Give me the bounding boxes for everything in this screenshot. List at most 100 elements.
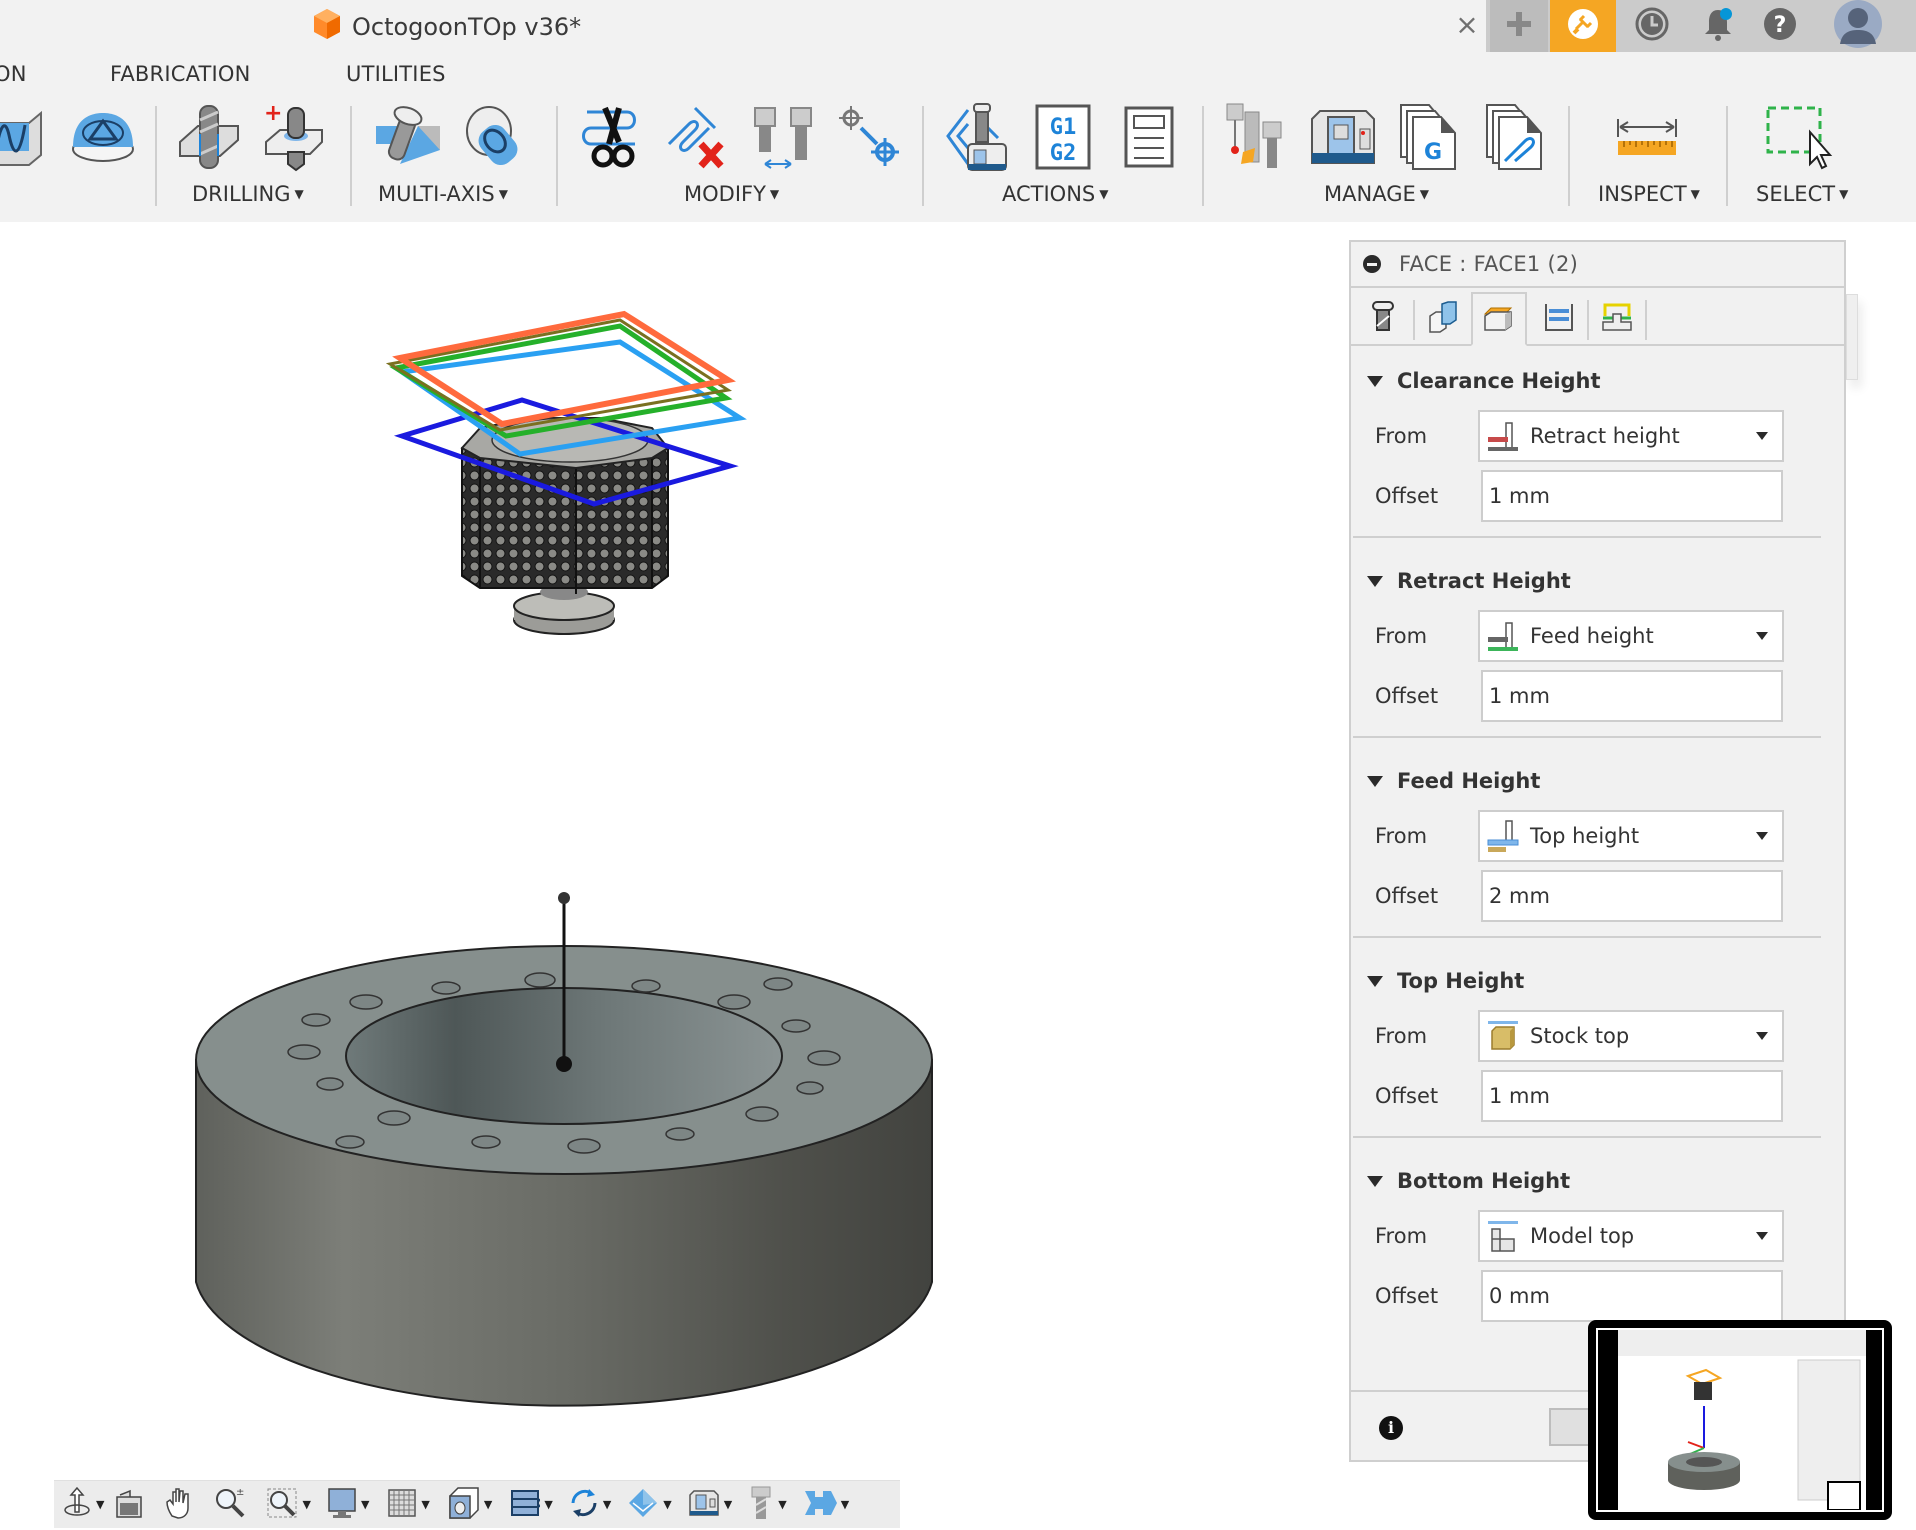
- triangle-down-icon: [1367, 575, 1383, 587]
- multiaxis-contour-button[interactable]: [462, 104, 528, 174]
- tool-swap-button[interactable]: [750, 104, 816, 174]
- swarf-button[interactable]: [376, 104, 442, 174]
- from-label: From: [1375, 624, 1428, 648]
- stock-display-icon: [627, 1487, 659, 1523]
- feed-offset-input[interactable]: 2 mm: [1481, 870, 1783, 922]
- dropdown-arrow-icon: [1756, 1232, 1768, 1240]
- feed-height-header[interactable]: Feed Height: [1367, 766, 1540, 796]
- recording-thumbnail[interactable]: [1588, 1320, 1892, 1520]
- move-icon: [837, 104, 901, 174]
- select-menu[interactable]: SELECT ▼: [1756, 182, 1848, 206]
- move-button[interactable]: [836, 104, 902, 174]
- machine-library-button[interactable]: [1310, 104, 1376, 174]
- machine-display-button[interactable]: ▼: [688, 1483, 732, 1527]
- rotate-icon: [569, 1487, 599, 1523]
- retract-height-header[interactable]: Retract Height: [1367, 566, 1571, 596]
- extensions-button[interactable]: [1550, 0, 1616, 52]
- scallop-3d-button[interactable]: [0, 104, 50, 174]
- look-at-button[interactable]: [114, 1483, 144, 1527]
- caret-down-icon: ▼: [602, 1498, 612, 1511]
- tab-fabrication[interactable]: FABRICATION: [110, 62, 251, 86]
- inspect-menu[interactable]: INSPECT ▼: [1598, 182, 1700, 206]
- tab-inspection[interactable]: ON: [0, 62, 27, 86]
- lower-part-model[interactable]: [195, 892, 933, 1407]
- zoom-icon: ±: [214, 1487, 246, 1523]
- notifications-button[interactable]: [1690, 0, 1746, 52]
- ribbon-toolbar: + DRILLING ▼ MULTI-AXIS ▼ MODIFY ▼ G1 G2…: [0, 94, 1916, 222]
- geometry-tab[interactable]: [1415, 294, 1471, 344]
- document-title: OctogoonTOp v36*: [352, 13, 582, 41]
- heights-tab[interactable]: [1471, 292, 1527, 346]
- actions-menu[interactable]: ACTIONS ▼: [1002, 182, 1108, 206]
- upper-part-model[interactable]: [460, 417, 670, 635]
- top-offset-input[interactable]: 1 mm: [1481, 1070, 1783, 1122]
- hole-recognition-button[interactable]: +: [262, 101, 328, 176]
- ribbon-separator: [922, 106, 924, 206]
- measure-button[interactable]: [1614, 104, 1680, 174]
- collapse-panel-icon[interactable]: [1363, 255, 1381, 273]
- modify-menu[interactable]: MODIFY ▼: [684, 182, 779, 206]
- help-button[interactable]: ?: [1752, 0, 1808, 52]
- delete-toolpath-button[interactable]: [664, 104, 730, 174]
- bottom-height-header[interactable]: Bottom Height: [1367, 1166, 1570, 1196]
- clearance-from-dropdown[interactable]: Retract height: [1478, 410, 1784, 462]
- caret-down-icon: ▼: [498, 187, 508, 201]
- setup-sheet-icon: [1124, 106, 1174, 172]
- tool-display-button[interactable]: ▼: [748, 1483, 787, 1527]
- tool-display-icon: [748, 1485, 774, 1525]
- grid-button[interactable]: ▼: [387, 1483, 430, 1527]
- stock-display-button[interactable]: ▼: [627, 1483, 672, 1527]
- from-label: From: [1375, 424, 1428, 448]
- manage-menu[interactable]: MANAGE ▼: [1324, 182, 1429, 206]
- caret-down-icon: ▼: [778, 1498, 787, 1511]
- new-tab-button[interactable]: [1490, 0, 1548, 52]
- retract-from-dropdown[interactable]: Feed height: [1478, 610, 1784, 662]
- simulation-button[interactable]: ▼: [569, 1483, 611, 1527]
- linking-tab[interactable]: [1589, 294, 1645, 344]
- top-height-header[interactable]: Top Height: [1367, 966, 1524, 996]
- orbit-button[interactable]: ▼: [62, 1483, 104, 1527]
- bottom-offset-input[interactable]: 0 mm: [1481, 1270, 1783, 1322]
- passes-tab[interactable]: [1531, 294, 1587, 344]
- zoom-button[interactable]: ±: [214, 1483, 246, 1527]
- user-avatar[interactable]: [1828, 0, 1888, 52]
- job-status-button[interactable]: [1624, 0, 1680, 52]
- tool-library-button[interactable]: [1224, 103, 1290, 174]
- document-tab[interactable]: OctogoonTOp v36*: [312, 9, 582, 44]
- tab-utilities[interactable]: UTILITIES: [346, 62, 446, 86]
- zoom-window-button[interactable]: ▼: [266, 1483, 311, 1527]
- caret-down-icon: ▼: [840, 1498, 850, 1511]
- drilling-menu[interactable]: DRILLING ▼: [192, 182, 304, 206]
- retract-offset-input[interactable]: 1 mm: [1481, 670, 1783, 722]
- clearance-offset-input[interactable]: 1 mm: [1481, 470, 1783, 522]
- post-library-button[interactable]: G: [1396, 104, 1462, 174]
- multi-axis-menu[interactable]: MULTI-AXIS ▼: [378, 182, 508, 206]
- close-tab-button[interactable]: ×: [1450, 8, 1484, 42]
- simulate-button[interactable]: [944, 103, 1010, 174]
- clearance-height-header[interactable]: Clearance Height: [1367, 366, 1601, 396]
- trim-toolpath-button[interactable]: [578, 104, 644, 174]
- template-library-button[interactable]: [1482, 104, 1548, 174]
- top-from-dropdown[interactable]: Stock top: [1478, 1010, 1784, 1062]
- window-select-button[interactable]: [1766, 104, 1833, 174]
- tool-tab[interactable]: [1355, 294, 1411, 344]
- toolpath-display-icon: [510, 1488, 543, 1522]
- heights-icon: [1483, 302, 1515, 336]
- bottom-from-dropdown[interactable]: Model top: [1478, 1210, 1784, 1262]
- measure-icon: [1616, 115, 1678, 163]
- fixture-button[interactable]: ▼: [803, 1483, 849, 1527]
- viewports-button[interactable]: ▼: [448, 1483, 492, 1527]
- drill-button[interactable]: [176, 104, 242, 174]
- post-library-icon: G: [1399, 103, 1459, 175]
- pocket-3d-button[interactable]: [70, 104, 136, 174]
- setup-sheet-button[interactable]: [1116, 104, 1182, 174]
- post-process-button[interactable]: G1 G2: [1030, 104, 1096, 174]
- orbit-icon: [62, 1486, 92, 1524]
- feed-from-dropdown[interactable]: Top height: [1478, 810, 1784, 862]
- pan-button[interactable]: [164, 1483, 194, 1527]
- display-settings-button[interactable]: ▼: [327, 1483, 369, 1527]
- ribbon-separator: [1568, 106, 1570, 206]
- toolpath-display-button[interactable]: ▼: [510, 1483, 553, 1527]
- hole-recognition-icon: +: [262, 101, 328, 176]
- info-icon[interactable]: i: [1379, 1416, 1403, 1440]
